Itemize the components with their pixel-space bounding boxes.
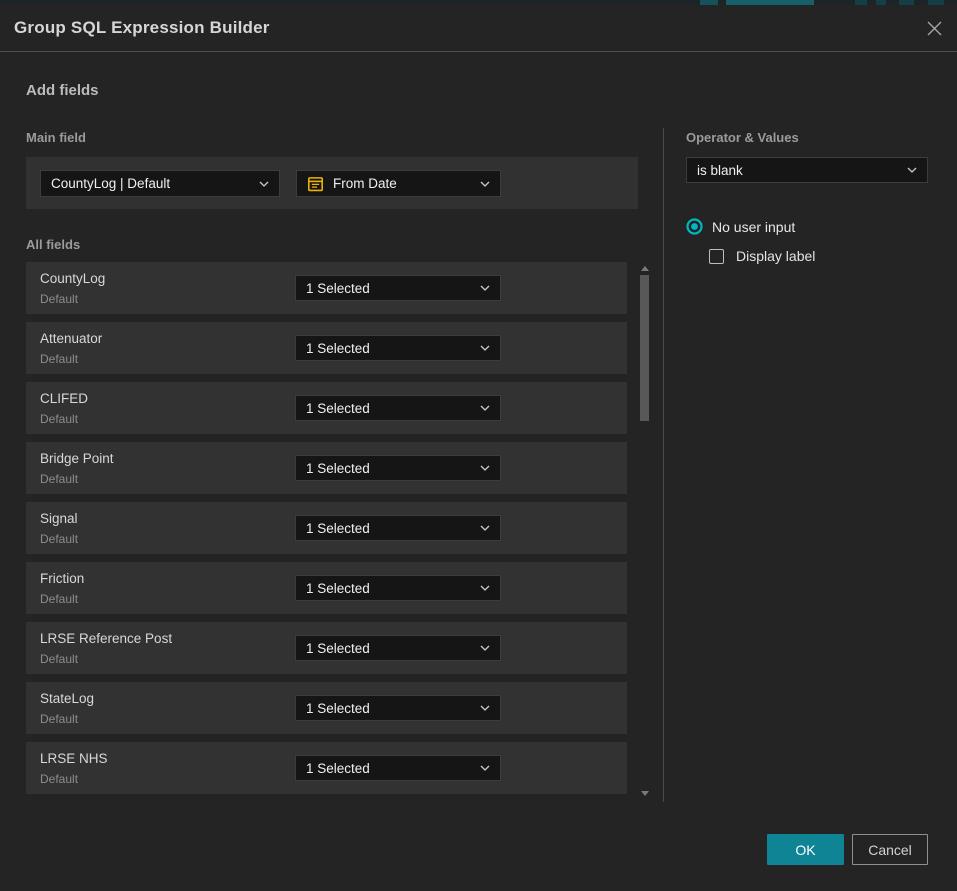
chevron-down-icon [480, 645, 490, 651]
operator-values-label: Operator & Values [686, 130, 799, 145]
field-sublabel: Default [40, 712, 78, 726]
scrollbar-thumb[interactable] [640, 275, 649, 421]
main-layer-select-value: CountyLog | Default [51, 176, 251, 191]
field-sublabel: Default [40, 652, 78, 666]
all-fields-label: All fields [26, 237, 80, 252]
chevron-down-icon [480, 705, 490, 711]
field-row: Signal Default 1 Selected [26, 502, 627, 554]
chevron-down-icon [480, 285, 490, 291]
field-name: Friction [40, 571, 84, 586]
main-field-select-value: From Date [333, 176, 472, 191]
radio-selected-icon [686, 218, 703, 235]
chevron-down-icon [480, 525, 490, 531]
chevron-down-icon [480, 405, 490, 411]
field-name: Signal [40, 511, 78, 526]
dialog-titlebar: Group SQL Expression Builder [0, 5, 957, 52]
main-layer-select[interactable]: CountyLog | Default [40, 170, 280, 197]
main-field-select[interactable]: From Date [296, 170, 501, 197]
field-sublabel: Default [40, 532, 78, 546]
field-selected-dropdown[interactable]: 1 Selected [295, 635, 501, 661]
add-fields-heading: Add fields [26, 82, 99, 99]
field-name: LRSE Reference Post [40, 631, 172, 646]
field-row: CLIFED Default 1 Selected [26, 382, 627, 434]
chevron-down-icon [480, 585, 490, 591]
field-selected-count: 1 Selected [306, 281, 472, 296]
main-field-label: Main field [26, 130, 86, 145]
field-sublabel: Default [40, 352, 78, 366]
field-name: LRSE NHS [40, 751, 108, 766]
close-button[interactable] [923, 17, 945, 39]
field-selected-dropdown[interactable]: 1 Selected [295, 695, 501, 721]
chevron-down-icon [480, 465, 490, 471]
field-selected-dropdown[interactable]: 1 Selected [295, 335, 501, 361]
field-selected-dropdown[interactable]: 1 Selected [295, 515, 501, 541]
scroll-up-arrow-icon[interactable] [641, 266, 649, 271]
field-sublabel: Default [40, 292, 78, 306]
chevron-down-icon [480, 345, 490, 351]
no-user-input-radio[interactable]: No user input [686, 218, 795, 235]
field-sublabel: Default [40, 772, 78, 786]
field-row: StateLog Default 1 Selected [26, 682, 627, 734]
field-name: Bridge Point [40, 451, 114, 466]
field-selected-count: 1 Selected [306, 761, 472, 776]
field-sublabel: Default [40, 412, 78, 426]
field-selected-count: 1 Selected [306, 581, 472, 596]
field-name: CountyLog [40, 271, 105, 286]
chevron-down-icon [480, 765, 490, 771]
field-selected-dropdown[interactable]: 1 Selected [295, 455, 501, 481]
field-sublabel: Default [40, 592, 78, 606]
field-selected-count: 1 Selected [306, 641, 472, 656]
field-selected-count: 1 Selected [306, 341, 472, 356]
no-user-input-label: No user input [712, 219, 795, 235]
calendar-date-icon [307, 175, 324, 192]
operator-select-value: is blank [697, 163, 899, 178]
dialog-title: Group SQL Expression Builder [14, 18, 270, 38]
field-row: CountyLog Default 1 Selected [26, 262, 627, 314]
fields-list-scrollbar[interactable] [638, 262, 652, 800]
display-label-checkbox[interactable]: Display label [709, 248, 815, 264]
field-row: Friction Default 1 Selected [26, 562, 627, 614]
panel-divider [663, 128, 664, 802]
cancel-button[interactable]: Cancel [852, 834, 928, 865]
field-row: Attenuator Default 1 Selected [26, 322, 627, 374]
scroll-down-arrow-icon[interactable] [641, 791, 649, 796]
chevron-down-icon [907, 167, 917, 173]
field-selected-dropdown[interactable]: 1 Selected [295, 275, 501, 301]
close-icon [926, 20, 943, 37]
field-name: CLIFED [40, 391, 88, 406]
field-selected-count: 1 Selected [306, 461, 472, 476]
field-row: LRSE NHS Default 1 Selected [26, 742, 627, 794]
checkbox-unchecked-icon [709, 249, 724, 264]
operator-select[interactable]: is blank [686, 157, 928, 183]
field-name: Attenuator [40, 331, 102, 346]
display-label-text: Display label [736, 248, 815, 264]
field-selected-count: 1 Selected [306, 701, 472, 716]
field-selected-count: 1 Selected [306, 521, 472, 536]
field-sublabel: Default [40, 472, 78, 486]
field-name: StateLog [40, 691, 94, 706]
field-row: LRSE Reference Post Default 1 Selected [26, 622, 627, 674]
field-selected-dropdown[interactable]: 1 Selected [295, 575, 501, 601]
chevron-down-icon [259, 181, 269, 187]
field-selected-dropdown[interactable]: 1 Selected [295, 755, 501, 781]
field-row: Bridge Point Default 1 Selected [26, 442, 627, 494]
field-selected-dropdown[interactable]: 1 Selected [295, 395, 501, 421]
ok-button[interactable]: OK [767, 834, 844, 865]
all-fields-list: CountyLog Default 1 Selected Attenuator … [26, 262, 627, 794]
chevron-down-icon [480, 181, 490, 187]
field-selected-count: 1 Selected [306, 401, 472, 416]
